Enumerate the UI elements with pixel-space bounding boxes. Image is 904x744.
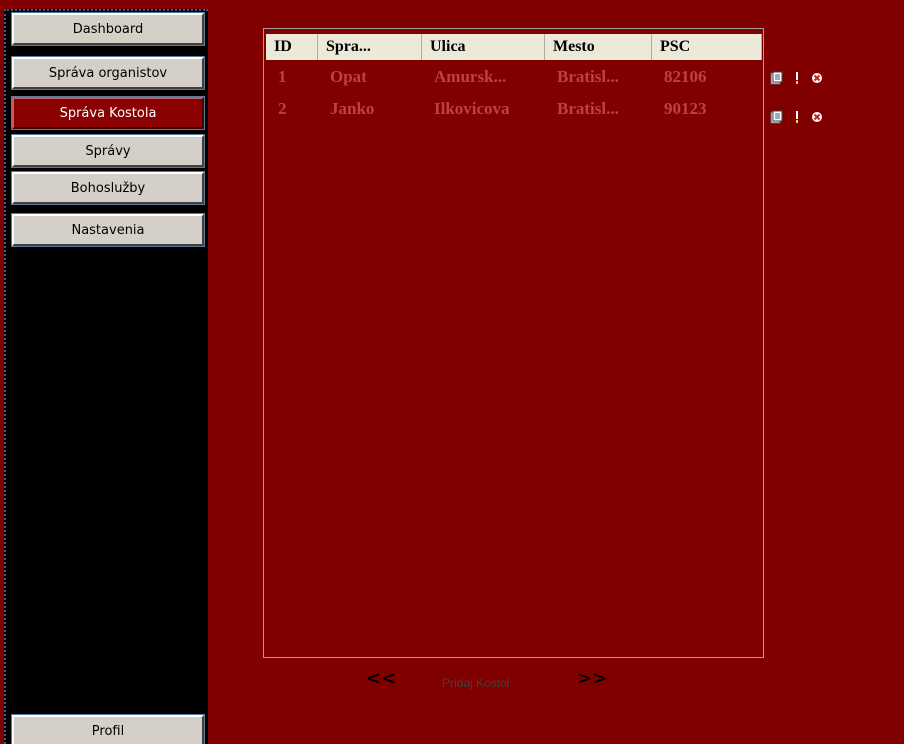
sidebar-item-bohosluzby[interactable]: Bohoslužby (11, 171, 205, 205)
church-table: ID Spra... Ulica Mesto PSC 1 Opat Amursk… (263, 28, 764, 658)
sidebar: Dashboard Správa organistov Správa Kosto… (4, 9, 208, 744)
table-cell-ulica: Amursk... (434, 67, 507, 86)
app-window: Dashboard Správa organistov Správa Kosto… (0, 0, 904, 744)
row-actions (770, 67, 840, 89)
delete-icon[interactable] (810, 71, 824, 85)
delete-icon[interactable] (810, 110, 824, 124)
table-cell-mesto: Bratisl... (557, 67, 619, 86)
table-cell-psc: 90123 (664, 99, 707, 118)
profile-button[interactable]: Profil (11, 714, 205, 744)
table-cell-id: 2 (278, 99, 287, 118)
info-icon[interactable] (790, 110, 804, 124)
edit-icon[interactable] (770, 110, 784, 124)
sidebar-item-nastavenia[interactable]: Nastavenia (11, 213, 205, 247)
column-header-id[interactable]: ID (266, 34, 318, 60)
previous-page-button[interactable]: << (366, 668, 396, 689)
table-cell-ulica: Ilkovicova (434, 99, 510, 118)
edit-icon[interactable] (770, 71, 784, 85)
top-border (0, 0, 904, 9)
table-cell-sprava: Opat (330, 67, 367, 86)
table-cell-sprava: Janko (330, 99, 375, 118)
sidebar-item-sprava-organistov[interactable]: Správa organistov (11, 56, 205, 90)
info-icon[interactable] (790, 71, 804, 85)
column-header-sprava[interactable]: Spra... (318, 34, 422, 60)
row-actions (770, 106, 840, 128)
sidebar-item-dashboard[interactable]: Dashboard (11, 12, 205, 46)
column-header-mesto[interactable]: Mesto (545, 34, 652, 60)
sidebar-item-spravy[interactable]: Správy (11, 134, 205, 168)
table-cell-mesto: Bratisl... (557, 99, 619, 118)
table-cell-psc: 82106 (664, 67, 707, 86)
column-header-psc[interactable]: PSC (652, 34, 762, 60)
table-cell-id: 1 (278, 67, 287, 86)
add-church-link[interactable]: Pridaj Kostol (442, 676, 509, 690)
column-header-ulica[interactable]: Ulica (422, 34, 545, 60)
sidebar-item-sprava-kostola[interactable]: Správa Kostola (11, 96, 205, 130)
next-page-button[interactable]: >> (577, 668, 607, 689)
